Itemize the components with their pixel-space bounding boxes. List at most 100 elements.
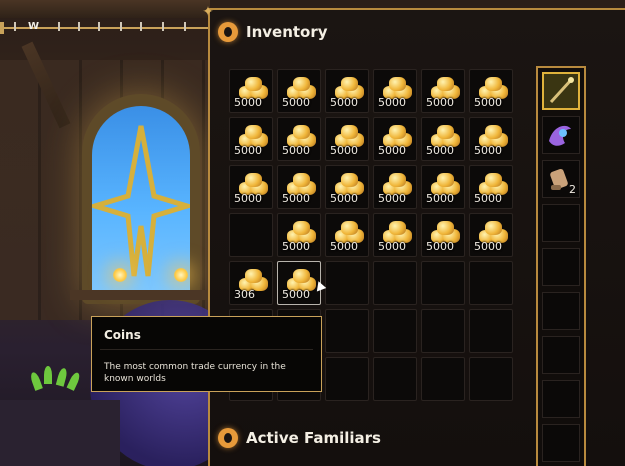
inventory-slot-coins[interactable]: 5000 <box>373 117 417 161</box>
inventory-slot-coins[interactable]: 5000 <box>277 69 321 113</box>
compass-tick <box>162 22 164 31</box>
inventory-slot-empty[interactable] <box>469 261 513 305</box>
slot-quantity: 5000 <box>474 192 502 205</box>
inventory-slot-coins[interactable]: 5000 <box>325 117 369 161</box>
inventory-slot-empty[interactable] <box>421 261 465 305</box>
inventory-slot-coins[interactable]: 5000 <box>373 69 417 113</box>
slot-quantity: 5000 <box>378 192 406 205</box>
inventory-slot-empty[interactable] <box>469 357 513 401</box>
slot-quantity: 5000 <box>474 144 502 157</box>
inventory-slot-coins[interactable]: 5000 <box>469 165 513 209</box>
purple-flower-icon <box>543 117 579 155</box>
equipment-slot-empty[interactable] <box>542 248 580 286</box>
tooltip-description: The most common trade currency in the kn… <box>104 362 286 384</box>
slot-quantity: 5000 <box>234 144 262 157</box>
ceiling-beam <box>0 0 210 18</box>
slot-quantity: 5000 <box>282 288 310 301</box>
inventory-slot-coins[interactable]: 5000 <box>229 165 273 209</box>
slot-quantity: 5000 <box>474 240 502 253</box>
inventory-slot-empty[interactable] <box>421 357 465 401</box>
inventory-slot-empty[interactable] <box>421 309 465 353</box>
item-tooltip: Coins The most common trade currency in … <box>91 316 322 392</box>
slot-quantity: 5000 <box>426 96 454 109</box>
window-sill <box>70 290 220 300</box>
inventory-header: Inventory <box>218 22 328 42</box>
slot-quantity: 5000 <box>426 144 454 157</box>
slot-quantity: 5000 <box>426 240 454 253</box>
familiars-title: Active Familiars <box>246 429 381 447</box>
equipment-slot-purple-flower[interactable] <box>542 116 580 154</box>
candle-light <box>113 268 127 282</box>
inventory-slot-coins[interactable]: 5000 <box>277 117 321 161</box>
slot-quantity: 5000 <box>474 96 502 109</box>
inventory-slot-empty[interactable] <box>325 357 369 401</box>
equipment-slot-empty[interactable] <box>542 292 580 330</box>
inventory-slot-empty[interactable] <box>373 357 417 401</box>
inventory-emblem-icon <box>218 22 238 42</box>
slot-quantity: 5000 <box>282 240 310 253</box>
inventory-slot-coins[interactable]: 5000 <box>469 117 513 161</box>
inventory-slot-coins[interactable]: 5000 <box>421 213 465 257</box>
inventory-slot-coins[interactable]: 5000 <box>421 165 465 209</box>
inventory-slot-empty[interactable] <box>373 261 417 305</box>
inventory-slot-coins[interactable]: 5000 <box>373 213 417 257</box>
equipment-slot-wand[interactable] <box>542 72 580 110</box>
slot-quantity: 306 <box>234 288 255 301</box>
star-window-lattice <box>86 125 196 277</box>
slot-quantity: 5000 <box>330 240 358 253</box>
panel-ornament-icon: ✦ <box>202 4 214 20</box>
equipment-slot-empty[interactable] <box>542 424 580 462</box>
inventory-slot-empty[interactable] <box>469 309 513 353</box>
window-glass <box>86 106 196 294</box>
slot-quantity: 5000 <box>378 144 406 157</box>
slot-quantity: 5000 <box>234 96 262 109</box>
candle-light <box>174 268 188 282</box>
compass-tick <box>14 22 16 31</box>
slot-quantity: 5000 <box>426 192 454 205</box>
plant-leaf <box>55 367 69 387</box>
plant-leaf <box>29 371 43 391</box>
slot-quantity: 5000 <box>330 192 358 205</box>
inventory-slot-coins[interactable]: 5000 <box>325 165 369 209</box>
equipment-slot-empty[interactable] <box>542 336 580 374</box>
inventory-slot-empty[interactable] <box>325 261 369 305</box>
equipment-column: 2 <box>536 66 586 466</box>
equipment-slot-empty[interactable] <box>542 204 580 242</box>
inventory-slot-empty[interactable] <box>229 213 273 257</box>
slot-quantity: 5000 <box>330 96 358 109</box>
slot-quantity: 5000 <box>330 144 358 157</box>
familiars-header: Active Familiars <box>218 428 381 448</box>
tooltip-title: Coins <box>104 328 141 342</box>
inventory-slot-coins[interactable]: 5000 <box>469 69 513 113</box>
wand-icon <box>544 74 578 112</box>
slot-quantity: 5000 <box>234 192 262 205</box>
slot-quantity: 5000 <box>282 192 310 205</box>
plant-leaf <box>66 371 82 391</box>
inventory-slot-coins[interactable]: 5000 <box>325 213 369 257</box>
slot-quantity: 2 <box>569 183 576 196</box>
inventory-slot-coins[interactable]: 5000 <box>277 213 321 257</box>
compass-tick <box>120 22 122 31</box>
slot-quantity: 5000 <box>282 144 310 157</box>
inventory-slot-coins[interactable]: 5000 <box>421 117 465 161</box>
equipment-slot-empty[interactable] <box>542 380 580 418</box>
inventory-slot-coins[interactable]: 5000 <box>469 213 513 257</box>
inventory-slot-empty[interactable] <box>325 309 369 353</box>
compass-tick <box>184 22 186 31</box>
inventory-slot-coins[interactable]: 5000 <box>229 69 273 113</box>
inventory-slot-coins[interactable]: 5000 <box>325 69 369 113</box>
plant-leaf <box>44 366 52 384</box>
inventory-slot-coins[interactable]: 5000 <box>421 69 465 113</box>
inventory-slot-coins[interactable]: 306 <box>229 261 273 305</box>
compass-tick <box>140 22 142 31</box>
inventory-slot-coins[interactable]: 5000 <box>373 165 417 209</box>
compass-tick <box>58 22 60 31</box>
compass-tick <box>78 22 80 31</box>
inventory-slot-empty[interactable] <box>373 309 417 353</box>
plant-shelf <box>0 400 120 466</box>
inventory-slot-coins[interactable]: 5000 <box>277 165 321 209</box>
inventory-slot-coins[interactable]: 5000 <box>229 117 273 161</box>
tooltip-divider <box>100 349 313 350</box>
equipment-slot-scroll[interactable]: 2 <box>542 160 580 198</box>
compass-bar: W <box>0 18 210 38</box>
